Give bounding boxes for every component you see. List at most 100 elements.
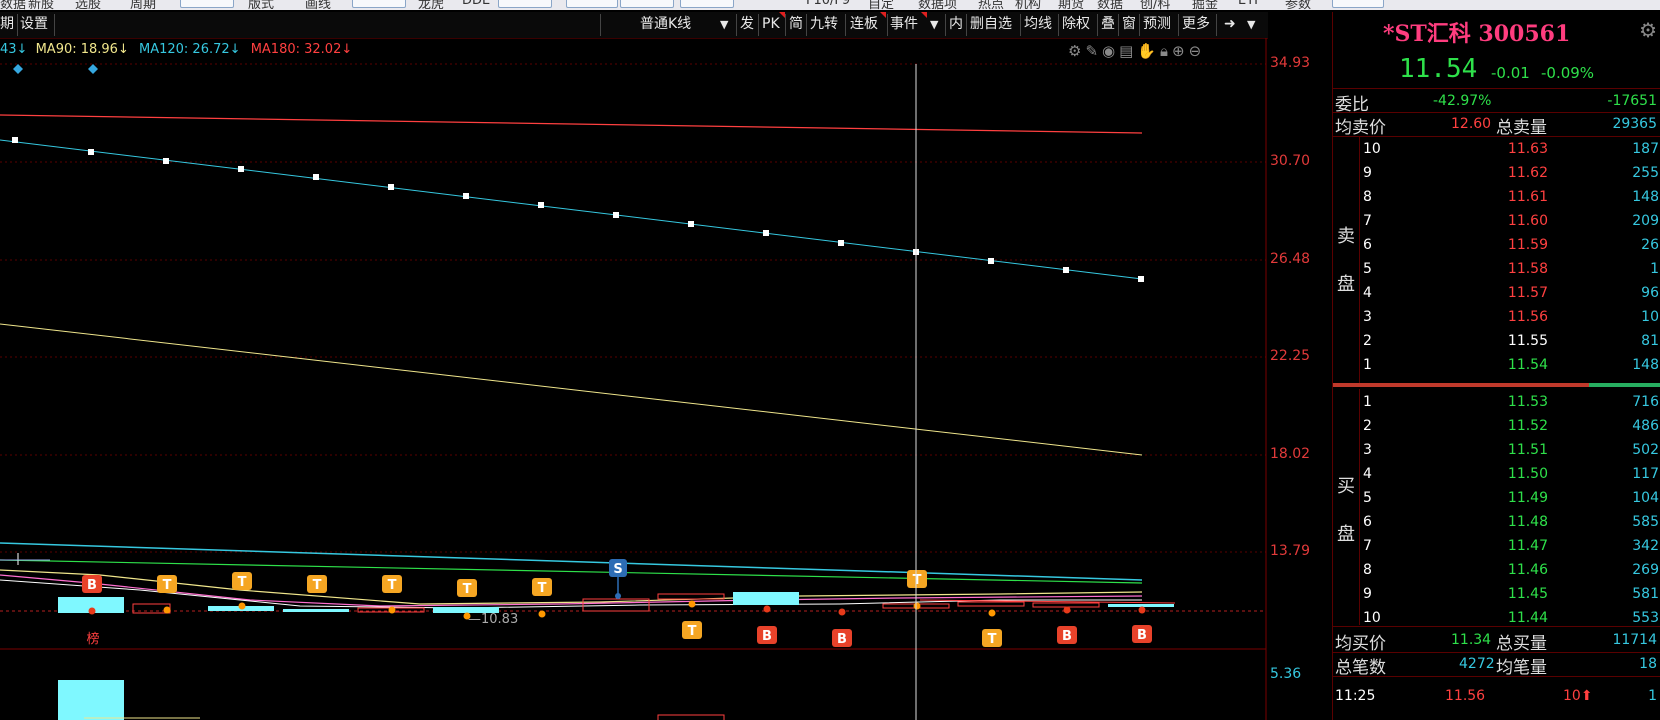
menu-item[interactable]: 期货: [1058, 0, 1084, 10]
level-price: 11.60: [1507, 213, 1548, 229]
gear-icon[interactable]: ⚙: [1639, 18, 1657, 42]
buy-level-row[interactable]: 2 11.52 486: [1333, 415, 1660, 439]
chevron-down-icon[interactable]: ▼: [720, 15, 728, 34]
level-price: 11.62: [1507, 165, 1548, 181]
chevron-down-icon[interactable]: ▼: [1247, 15, 1255, 34]
toolbar-item-ma[interactable]: 均线: [1024, 15, 1052, 34]
toolbar-item-nei[interactable]: 内: [949, 15, 963, 34]
level-volume: 486: [1632, 418, 1659, 434]
quote-panel: *ST汇科 300561 ⚙ 11.54 -0.01 -0.09% 委比 -42…: [1332, 12, 1660, 720]
menu-button[interactable]: [498, 0, 552, 8]
menu-item[interactable]: 参数: [1285, 0, 1311, 10]
trades-count: 4272: [1459, 656, 1495, 672]
menu-item[interactable]: 版式: [248, 0, 274, 10]
toolbar-item-jiuzhuan[interactable]: 九转: [810, 15, 838, 34]
level-price: 11.51: [1507, 442, 1548, 458]
level-volume: 1: [1650, 261, 1659, 277]
buy-level-row[interactable]: 1 11.53 716: [1333, 391, 1660, 415]
event-s-label: S: [613, 562, 622, 577]
menu-item[interactable]: 选股: [75, 0, 101, 10]
tick-count: 1: [1648, 688, 1657, 704]
level-price: 11.59: [1507, 237, 1548, 253]
level-number: 6: [1363, 237, 1372, 253]
level-number: 5: [1363, 490, 1372, 506]
level-volume: 342: [1632, 538, 1659, 554]
level-price: 11.53: [1507, 394, 1548, 410]
sell-level-row[interactable]: 4 11.57 96: [1333, 282, 1660, 306]
menu-item[interactable]: F10/F9: [806, 0, 850, 8]
signal-t-label: T: [163, 578, 172, 593]
toolbar-item-pk[interactable]: PK: [762, 15, 780, 34]
toolbar-item-jian[interactable]: 简: [789, 15, 803, 34]
menu-item[interactable]: 掘金: [1192, 0, 1218, 10]
menu-item[interactable]: 数据项: [918, 0, 957, 10]
signal-t-label: T: [313, 578, 322, 593]
settings-button[interactable]: 设置: [20, 15, 48, 34]
signal-b-label: B: [837, 632, 847, 647]
toolbar-item-fa[interactable]: 发: [740, 15, 754, 34]
toolbar-item-window[interactable]: 窗: [1122, 15, 1136, 34]
signal-b-label: B: [1137, 628, 1147, 643]
buy-level-row[interactable]: 10 11.44 553: [1333, 607, 1660, 631]
level-volume: 81: [1641, 333, 1659, 349]
level-price: 11.55: [1507, 333, 1548, 349]
menu-item[interactable]: 周期: [130, 0, 156, 10]
buy-level-row[interactable]: 3 11.51 502: [1333, 439, 1660, 463]
kline-chart[interactable]: S B T T T T T T T T B B T B B —10.83 榜: [0, 38, 1330, 720]
chevron-down-icon[interactable]: ▼: [930, 15, 938, 34]
menu-item[interactable]: 新股: [28, 0, 54, 10]
menu-button[interactable]: [180, 0, 234, 8]
menu-item[interactable]: 龙虎: [418, 0, 444, 10]
buy-level-row[interactable]: 5 11.49 104: [1333, 487, 1660, 511]
buy-level-row[interactable]: 4 11.50 117: [1333, 463, 1660, 487]
sell-level-row[interactable]: 2 11.55 81: [1333, 330, 1660, 354]
sell-level-row[interactable]: 5 11.58 1: [1333, 258, 1660, 282]
menu-item[interactable]: 自定: [868, 0, 894, 10]
avg-sell-price: 12.60: [1451, 116, 1492, 132]
level-volume: 10: [1641, 309, 1659, 325]
toolbar-item-forecast[interactable]: 预测: [1143, 15, 1171, 34]
menu-item[interactable]: 机构: [1015, 0, 1041, 10]
period-button[interactable]: 期: [0, 15, 14, 34]
menu-button[interactable]: [1332, 0, 1384, 8]
menu-item[interactable]: DDE: [462, 0, 490, 8]
menu-item[interactable]: 创/科: [1140, 0, 1170, 10]
toolbar-item-more[interactable]: 更多: [1182, 15, 1210, 34]
toolbar-item-lianban[interactable]: 连板: [850, 15, 878, 34]
sell-level-row[interactable]: 1 11.54 148: [1333, 354, 1660, 378]
toolbar-item-exright[interactable]: 除权: [1062, 15, 1090, 34]
sell-level-row[interactable]: 10 11.63 187: [1333, 138, 1660, 162]
toolbar-item-delete-watchlist[interactable]: 删自选: [970, 15, 1012, 34]
level-number: 6: [1363, 514, 1372, 530]
menu-item[interactable]: 数据: [1097, 0, 1123, 10]
kline-type-select[interactable]: 普通K线: [640, 15, 691, 34]
trades-label: 总笔数: [1335, 658, 1386, 678]
total-buy-volume: 11714: [1612, 632, 1657, 648]
menu-button[interactable]: [680, 0, 734, 8]
menu-item[interactable]: 数据: [0, 0, 26, 10]
menu-item[interactable]: ETF: [1238, 0, 1262, 8]
level-volume: 255: [1632, 165, 1659, 181]
menu-item[interactable]: 画线: [305, 0, 331, 10]
toolbar-item-overlay[interactable]: 叠: [1101, 15, 1115, 34]
sell-level-row[interactable]: 6 11.59 26: [1333, 234, 1660, 258]
sell-level-row[interactable]: 7 11.60 209: [1333, 210, 1660, 234]
sell-level-row[interactable]: 3 11.56 10: [1333, 306, 1660, 330]
level-volume: 187: [1632, 141, 1659, 157]
menu-button[interactable]: [352, 0, 406, 8]
menu-button[interactable]: [620, 0, 674, 8]
level-volume: 209: [1632, 213, 1659, 229]
buy-level-row[interactable]: 8 11.46 269: [1333, 559, 1660, 583]
menu-item[interactable]: 热点: [978, 0, 1004, 10]
toolbar-item-events[interactable]: 事件: [890, 15, 918, 34]
buy-level-row[interactable]: 6 11.48 585: [1333, 511, 1660, 535]
signal-t-label: T: [988, 632, 997, 647]
menu-button[interactable]: [566, 0, 618, 8]
expand-panel-icon[interactable]: ➜: [1224, 15, 1236, 34]
sell-level-row[interactable]: 9 11.62 255: [1333, 162, 1660, 186]
level-price: 11.54: [1507, 357, 1548, 373]
buy-level-row[interactable]: 9 11.45 581: [1333, 583, 1660, 607]
level-volume: 26: [1641, 237, 1659, 253]
buy-level-row[interactable]: 7 11.47 342: [1333, 535, 1660, 559]
sell-level-row[interactable]: 8 11.61 148: [1333, 186, 1660, 210]
